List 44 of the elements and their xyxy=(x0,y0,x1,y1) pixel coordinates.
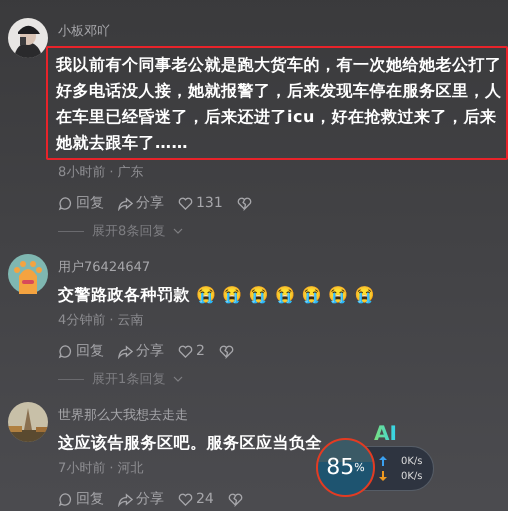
heart-icon xyxy=(178,344,193,358)
dislike-button[interactable] xyxy=(236,196,252,210)
share-icon xyxy=(118,344,133,358)
comment-meta: 7小时前 · 河北 xyxy=(58,460,144,478)
share-button[interactable]: 分享 xyxy=(118,342,164,360)
emoji: 😭 xyxy=(248,284,270,306)
comment-text: 我以前有个同事老公就是跑大货车的，有一次她给她老公打了好多电话没人接，她就报警了，后来发现车停在服务区里，人在车里已经昏迷了，后来还进了icu，好在抢救过来了，后来她就去跟车了…… xyxy=(56,54,502,154)
dislike-button[interactable] xyxy=(218,344,234,358)
dislike-button[interactable] xyxy=(228,492,243,506)
reply-button[interactable]: 回复 xyxy=(58,194,104,212)
comment-icon xyxy=(58,492,73,506)
chevron-down-icon xyxy=(173,375,184,383)
comment-meta: 8小时前 · 广东 xyxy=(58,164,144,182)
emoji: 😭 xyxy=(196,284,216,306)
emoji: 😭 xyxy=(275,284,296,306)
avatar[interactable] xyxy=(8,18,48,58)
username[interactable]: 小板邓吖 xyxy=(58,22,508,42)
expand-replies-link[interactable]: 展开8条回复 xyxy=(92,222,166,240)
like-button[interactable]: 2 xyxy=(178,343,205,359)
emoji: 😭 xyxy=(302,284,322,306)
download-arrow-icon xyxy=(379,471,387,481)
share-icon xyxy=(118,196,133,210)
upload-arrow-icon xyxy=(379,456,387,466)
share-button[interactable]: 分享 xyxy=(118,194,164,212)
emoji: 😭 xyxy=(222,284,243,306)
comment-text: 交警路政各种罚款 xyxy=(58,284,190,306)
download-speed: 0K/s xyxy=(401,470,422,482)
upload-speed: 0K/s xyxy=(401,456,422,466)
reply-button[interactable]: 回复 xyxy=(58,342,104,360)
emoji: 😭 xyxy=(328,284,349,306)
comment-icon xyxy=(58,196,73,210)
like-button[interactable]: 24 xyxy=(178,491,214,507)
comment-icon xyxy=(58,344,73,358)
username[interactable]: 用户76424647 xyxy=(58,258,508,278)
share-button[interactable]: 分享 xyxy=(118,490,164,508)
reply-button[interactable]: 回复 xyxy=(58,490,104,508)
share-icon xyxy=(118,492,133,506)
heart-icon xyxy=(178,196,193,210)
comment-meta: 4分钟前 · 云南 xyxy=(58,312,144,330)
expand-replies-link[interactable]: 展开1条回复 xyxy=(92,370,166,388)
like-button[interactable]: 131 xyxy=(178,195,223,211)
heart-icon xyxy=(178,492,193,506)
emoji: 😭 xyxy=(354,284,375,306)
chevron-down-icon xyxy=(173,227,184,235)
